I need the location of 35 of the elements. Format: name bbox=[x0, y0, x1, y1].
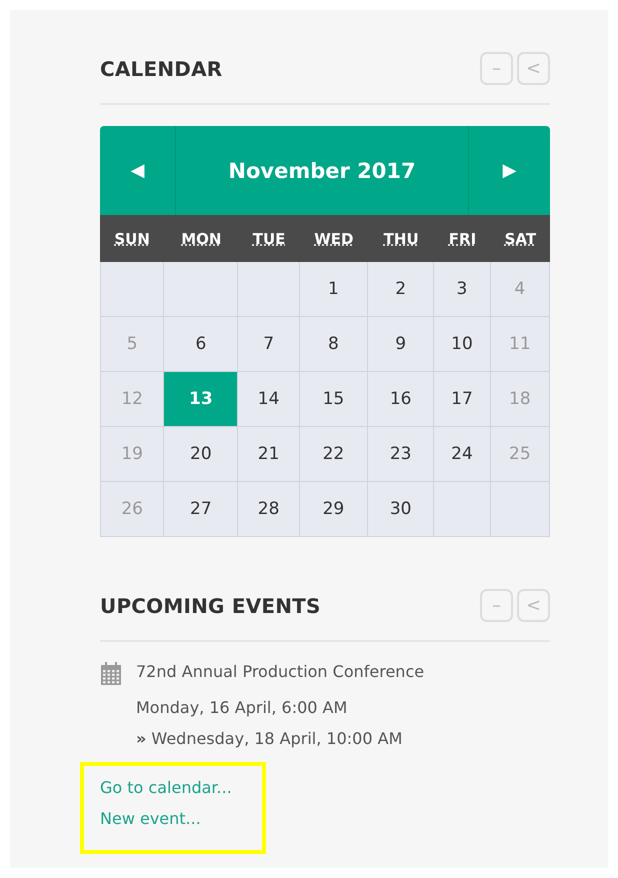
day-cell[interactable]: 10 bbox=[434, 317, 491, 372]
day-cell[interactable]: 6 bbox=[164, 317, 238, 372]
day-cell[interactable]: 24 bbox=[434, 427, 491, 482]
block-title: UPCOMING EVENTS bbox=[100, 594, 321, 618]
event-start-time: Monday, 16 April, 6:00 AM bbox=[136, 698, 348, 717]
weekday-header: SUN bbox=[100, 215, 164, 262]
weekday-header: FRI bbox=[434, 215, 491, 262]
day-cell[interactable]: 1 bbox=[300, 262, 368, 317]
weekday-header: MON bbox=[164, 215, 238, 262]
day-cell[interactable]: 22 bbox=[300, 427, 368, 482]
block-title: CALENDAR bbox=[100, 56, 222, 80]
day-cell[interactable]: 9 bbox=[368, 317, 434, 372]
month-title: November 2017 bbox=[228, 158, 416, 182]
day-cell[interactable]: 21 bbox=[238, 427, 300, 482]
event-end-time: » Wednesday, 18 April, 10:00 AM bbox=[136, 729, 404, 748]
weekday-header: SAT bbox=[490, 215, 550, 262]
calendar-icon bbox=[100, 662, 122, 686]
day-cell[interactable]: 28 bbox=[238, 482, 300, 537]
day-cell[interactable]: 27 bbox=[164, 482, 238, 537]
day-cell[interactable]: 2 bbox=[368, 262, 434, 317]
day-cell[interactable]: 3 bbox=[434, 262, 491, 317]
day-cell[interactable]: 14 bbox=[238, 372, 300, 427]
weekday-header: TUE bbox=[238, 215, 300, 262]
day-cell[interactable]: 23 bbox=[368, 427, 434, 482]
day-cell[interactable]: 15 bbox=[300, 372, 368, 427]
day-cell[interactable]: 20 bbox=[164, 427, 238, 482]
day-cell[interactable]: 17 bbox=[434, 372, 491, 427]
weekday-header: WED bbox=[300, 215, 368, 262]
event-title[interactable]: 72nd Annual Production Conference bbox=[136, 662, 550, 686]
day-cell[interactable]: 30 bbox=[368, 482, 434, 537]
day-cell[interactable]: 16 bbox=[368, 372, 434, 427]
day-cell[interactable]: 29 bbox=[300, 482, 368, 537]
day-cell[interactable]: 8 bbox=[300, 317, 368, 372]
weekday-header: THU bbox=[368, 215, 434, 262]
day-cell[interactable]: 7 bbox=[238, 317, 300, 372]
